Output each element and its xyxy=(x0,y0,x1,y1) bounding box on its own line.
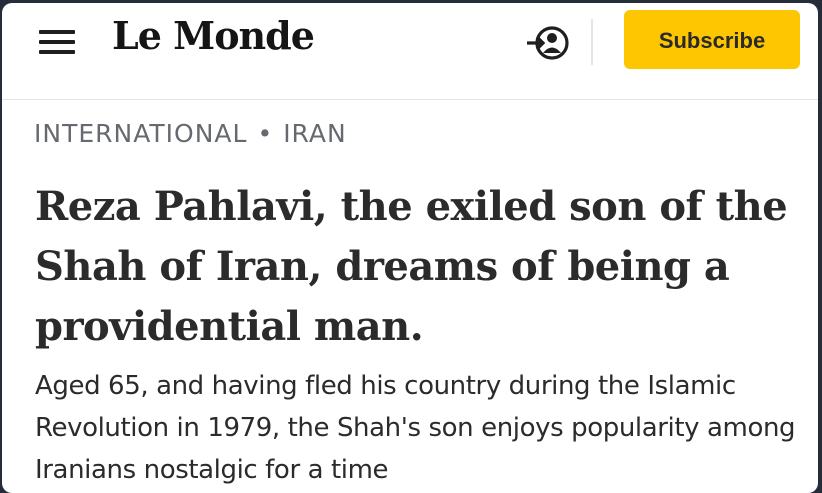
section-link[interactable]: INTERNATIONAL xyxy=(34,119,247,148)
article-standfirst: Aged 65, and having fled his country dur… xyxy=(35,371,796,485)
article-headline: Reza Pahlavi, the exiled son of the Shah… xyxy=(35,183,788,350)
user-login-icon[interactable] xyxy=(524,23,574,63)
hamburger-menu-icon[interactable] xyxy=(39,28,77,56)
site-header: Le Monde Subscribe xyxy=(2,3,818,100)
site-logo[interactable]: Le Monde xyxy=(112,13,315,58)
subsection-link[interactable]: IRAN xyxy=(283,119,347,148)
kicker-separator: • xyxy=(257,119,274,148)
subscribe-button[interactable]: Subscribe xyxy=(624,10,800,69)
screenshot-frame: Le Monde Subscribe INTERNATIONAL • IRAN Re… xyxy=(0,0,822,493)
article-kicker: INTERNATIONAL • IRAN xyxy=(34,119,347,148)
article-card: Le Monde Subscribe INTERNATIONAL • IRAN Re… xyxy=(2,3,818,493)
header-divider xyxy=(591,19,593,65)
